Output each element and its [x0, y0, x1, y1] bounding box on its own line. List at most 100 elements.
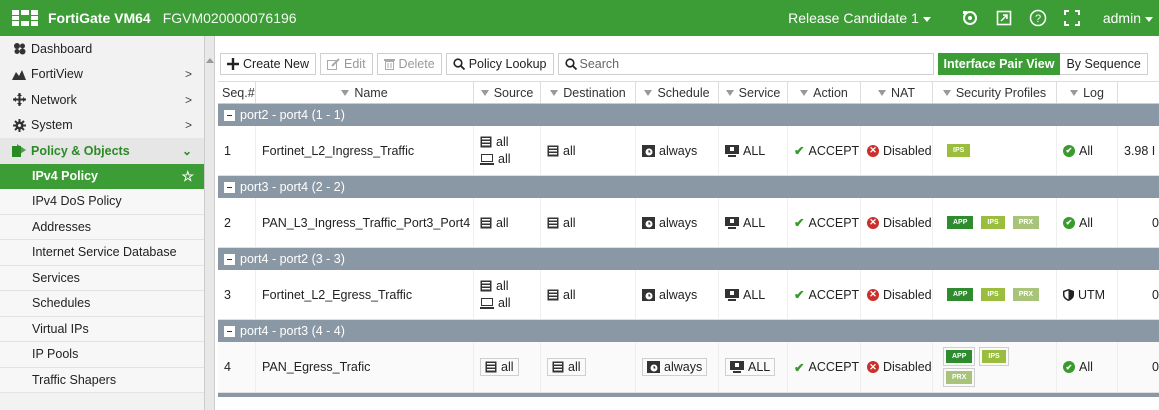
user-menu[interactable]: admin — [1103, 10, 1153, 26]
sidebar-item-services[interactable]: Services — [0, 265, 204, 291]
address-entry[interactable]: all — [480, 358, 519, 376]
sidebar-scrollbar[interactable] — [205, 36, 215, 410]
ips-badge[interactable]: IPS — [947, 144, 971, 157]
filter-icon[interactable] — [1070, 89, 1079, 96]
sidebar-item-network[interactable]: Network > — [0, 87, 204, 113]
cell-seq: 4 — [218, 342, 256, 392]
sidebar-item-addresses[interactable]: Addresses — [0, 214, 204, 240]
group-header[interactable]: port3 - port4 (2 - 2) — [218, 176, 1159, 198]
filter-icon[interactable] — [942, 89, 951, 96]
filter-icon[interactable] — [644, 89, 653, 96]
top-bar: FortiGate VM64 FGVM020000076196 Release … — [0, 0, 1159, 36]
address-icon — [547, 217, 559, 228]
ips-badge[interactable]: IPS — [981, 216, 1005, 229]
column-header-seq[interactable]: Seq.# — [218, 82, 256, 103]
expand-icon[interactable] — [1055, 0, 1089, 36]
prx-badge[interactable]: PRX — [946, 371, 973, 384]
collapse-icon[interactable] — [224, 325, 235, 337]
schedule-entry[interactable]: always — [642, 358, 708, 376]
sidebar-item-ipv4-policy[interactable]: IPv4 Policy ☆ — [0, 163, 204, 189]
filter-icon[interactable] — [480, 89, 489, 96]
service-label: ALL — [743, 287, 766, 302]
ips-badge[interactable]: IPS — [981, 288, 1005, 301]
collapse-icon[interactable] — [224, 109, 235, 121]
scroll-up-icon[interactable] — [205, 58, 214, 63]
table-row[interactable]: 2 PAN_L3_Ingress_Traffic_Port3_Port4 all… — [218, 198, 1159, 248]
column-header-destination[interactable]: Destination — [541, 82, 636, 103]
app-badge[interactable]: APP — [947, 216, 974, 229]
check-icon: ✔ — [794, 216, 805, 230]
fullscreen-icon[interactable] — [987, 0, 1021, 36]
cell-seq: 2 — [218, 198, 256, 247]
column-label: Security Profiles — [955, 85, 1047, 100]
collapse-icon[interactable] — [224, 181, 235, 193]
app-badge[interactable]: APP — [947, 288, 974, 301]
by-sequence-button[interactable]: By Sequence — [1060, 53, 1148, 75]
sidebar-item-schedules[interactable]: Schedules — [0, 291, 204, 317]
interface-pair-view-button[interactable]: Interface Pair View — [937, 53, 1061, 75]
filter-icon[interactable] — [341, 89, 350, 96]
delete-button[interactable]: Delete — [376, 53, 442, 75]
address-icon — [547, 145, 559, 156]
badge-box: PRX — [943, 368, 976, 387]
column-header-name[interactable]: Name — [256, 82, 474, 103]
address-icon — [480, 280, 492, 292]
sidebar-item-virtual-ips[interactable]: Virtual IPs — [0, 316, 204, 342]
group-header[interactable]: port4 - port3 (4 - 4) — [218, 320, 1159, 342]
filter-icon[interactable] — [725, 89, 734, 96]
filter-icon[interactable] — [550, 89, 559, 96]
prx-badge[interactable]: PRX — [1012, 288, 1040, 301]
cell-extra: 0 — [1152, 215, 1159, 230]
column-header-action[interactable]: Action — [788, 82, 861, 103]
sidebar-item-label: Virtual IPs — [32, 321, 89, 336]
schedule-icon — [642, 144, 655, 157]
column-header-service[interactable]: Service — [719, 82, 788, 103]
sidebar-item-ip-pools[interactable]: IP Pools — [0, 342, 204, 368]
collapse-icon[interactable] — [224, 253, 235, 265]
group-header[interactable]: port4 - port2 (3 - 3) — [218, 248, 1159, 270]
column-header-schedule[interactable]: Schedule — [636, 82, 719, 103]
sidebar-item-internet-service-database[interactable]: Internet Service Database — [0, 240, 204, 266]
service-entry[interactable]: ALL — [725, 358, 776, 376]
search-input[interactable]: Search — [557, 53, 934, 75]
column-header-source[interactable]: Source — [474, 82, 541, 103]
star-icon[interactable]: ☆ — [181, 168, 194, 185]
address-entry: all — [480, 279, 509, 293]
cell-security-profiles: IPS — [933, 126, 1057, 175]
sidebar-item-traffic-shapers[interactable]: Traffic Shapers — [0, 367, 204, 393]
address-entry[interactable]: all — [547, 358, 586, 376]
filter-icon[interactable] — [800, 89, 809, 96]
sidebar-item-policy-objects[interactable]: Policy & Objects ⌄ — [0, 138, 204, 164]
action-label: ACCEPT — [808, 215, 860, 230]
table-row[interactable]: 1 Fortinet_L2_Ingress_Traffic all all al… — [218, 126, 1159, 176]
filter-icon[interactable] — [877, 89, 886, 96]
profile-badges: IPS — [947, 144, 1047, 157]
sidebar-item-label: IPv4 DoS Policy — [32, 194, 122, 209]
group-header[interactable]: port2 - port4 (1 - 1) — [218, 104, 1159, 126]
edit-button[interactable]: Edit — [320, 53, 373, 75]
sidebar-item-fortiview[interactable]: FortiView > — [0, 62, 204, 88]
policy-lookup-button[interactable]: Policy Lookup — [445, 53, 554, 75]
check-icon: ✔ — [794, 144, 805, 158]
column-header-nat[interactable]: NAT — [861, 82, 933, 103]
prx-badge[interactable]: PRX — [1012, 216, 1040, 229]
sidebar-item-ipv4-dos-policy[interactable]: IPv4 DoS Policy — [0, 189, 204, 215]
fortiview-icon — [12, 67, 26, 81]
service-icon — [730, 361, 744, 373]
table-row[interactable]: 3 Fortinet_L2_Egress_Traffic all all all… — [218, 270, 1159, 320]
cell-action: ✔ ACCEPT — [788, 342, 861, 392]
app-badge[interactable]: APP — [946, 350, 973, 363]
cell-source: all — [474, 342, 541, 392]
create-new-button[interactable]: Create New — [220, 53, 316, 75]
ips-badge[interactable]: IPS — [982, 350, 1006, 363]
help-icon[interactable]: ? — [1021, 0, 1055, 36]
serial-number: FGVM020000076196 — [162, 10, 297, 26]
table-row[interactable]: 4 PAN_Egress_Trafic all all always ALL ✔… — [218, 342, 1159, 393]
column-header-security-profiles[interactable]: Security Profiles — [933, 82, 1057, 103]
sidebar-item-system[interactable]: System > — [0, 113, 204, 139]
release-dropdown[interactable]: Release Candidate 1 — [788, 10, 931, 26]
cli-console-icon[interactable] — [953, 0, 987, 36]
sidebar-item-dashboard[interactable]: Dashboard — [0, 36, 204, 62]
column-header-log[interactable]: Log — [1057, 82, 1118, 103]
cell-nat: ✕ Disabled — [861, 270, 933, 319]
